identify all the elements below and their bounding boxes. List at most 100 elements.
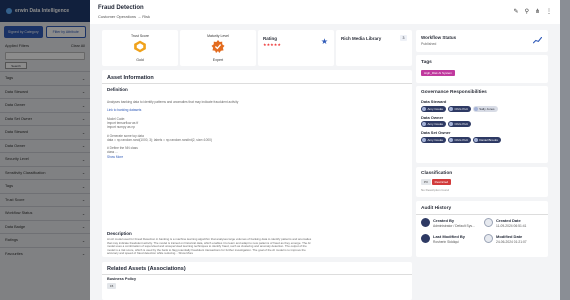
app: erwin Data Intelligence Signed by Catego… [0,0,570,300]
asset-detail-panel: Fraud Detection Customer Operations → Ri… [90,0,560,300]
user-name: Amy Cooke [427,122,444,126]
audit-history-title: Audit History [421,206,452,211]
filter-label: Workflow Status [5,211,33,216]
clear-all-link[interactable]: Clear All [71,44,85,48]
classification-card: Classification PII Restricted No Descript… [416,167,548,197]
user-name: Daniel Brooks [479,137,498,142]
description-text: An AI model used for Fraud Detection in … [107,237,409,256]
filter-label: Data Badge [5,224,26,229]
rating-card: Rating ★★★★★ ★ [258,30,334,66]
classification-pill[interactable]: PII [421,179,431,185]
user-chip[interactable]: Daniel Brooks [472,136,501,143]
user-chips: Amy Cooke Chris Putt Daniel Brooks [421,136,546,143]
filter-row[interactable]: Ratings ⌄ [0,233,90,247]
user-chip[interactable]: Amy Cooke [421,121,447,127]
maturity-level-card: Maturity Level Expert [180,30,256,66]
governance-title: Governance Responsibilities [421,90,487,95]
asset-information-card: Asset Information Definition Analyses ba… [102,70,412,257]
filter-label: Data Set Owner [5,116,33,121]
user-chip[interactable]: Amy Cooke [421,136,447,143]
pin-icon[interactable]: ⚲ [525,8,529,15]
definition-text: Analyses banking data to identify patter… [107,100,407,159]
tab-by-category[interactable]: Signed by Category [4,26,43,38]
avatar [449,106,454,111]
filter-label: Data Owner [5,143,26,148]
business-policy-count[interactable]: 15 [107,283,117,289]
chevron-down-icon: ⌄ [81,171,85,176]
chevron-down-icon: ⌄ [81,117,85,122]
filter-row[interactable]: Data Owner ⌄ [0,98,90,112]
filter-label: Favourites [5,251,23,256]
filter-row[interactable]: Data Steward ⌄ [0,125,90,139]
brand-name: erwin Data Intelligence [15,8,70,14]
filter-row[interactable]: Workflow Status ⌄ [0,206,90,220]
rich-media-count[interactable]: 3 [400,35,407,41]
user-chip[interactable]: Chris Putt [448,136,471,143]
star-icon[interactable]: ★ [321,37,328,46]
filter-row[interactable]: Tags ⌄ [0,179,90,193]
trust-score-label: Trust Score [131,34,149,38]
created-date: Created Date 11-09-2024 06:51:41 [484,218,526,228]
filter-label: Data Steward [5,89,29,94]
search-button[interactable]: Search [5,62,27,69]
rating-label: Rating [263,36,277,41]
filter-label: Tags [5,184,14,189]
filter-row[interactable]: Security Level ⌄ [0,152,90,166]
workflow-status-card: Workflow Status Published [416,30,548,52]
filter-label: Ratings [5,238,18,243]
filter-row[interactable]: Data Owner ⌄ [0,138,90,153]
avatar [422,137,426,142]
business-policy-label: Business Policy [107,277,137,281]
user-name: Amy Cooke [427,106,444,111]
filter-label: Sensitivity Classification [5,170,46,175]
clock-icon [484,218,493,227]
filter-row[interactable]: Favourites ⌄ [0,246,90,261]
filter-row[interactable]: Data Set Owner ⌄ [0,111,90,126]
user-chips: Amy Cooke Chris Putt Sally Jones [421,105,546,112]
more-icon[interactable]: ⋮ [546,8,552,15]
classification-pill[interactable]: Restricted [431,179,452,185]
chevron-down-icon: ⌄ [81,103,85,108]
user-chip[interactable]: Amy Cooke [421,105,447,112]
modified-date: Modified Date 24-06-2024 01:21:07 [484,234,527,244]
modified-by-label: Last Modified By [433,234,466,239]
filter-row[interactable]: Data Steward ⌄ [0,84,90,99]
governance-group: Data Steward Amy Cooke Chris Putt Sally Jon… [421,99,546,112]
avatar [473,137,478,142]
page-title: Fraud Detection [98,5,144,11]
filter-label: Trust Score [5,197,25,202]
filter-label: Security Level [5,157,29,162]
avatar [449,122,454,126]
panel-header: Fraud Detection Customer Operations → Ri… [90,0,560,24]
related-assets-card: Related Assets (Associations) Business P… [102,262,412,300]
user-chip[interactable]: Sally Jones [472,105,498,112]
filter-row[interactable]: Sensitivity Classification ⌄ [0,165,90,180]
share-icon[interactable]: ⋔ [535,8,540,15]
rich-media-label: Rich Media Library [341,36,382,41]
brand-bar: erwin Data Intelligence [0,0,90,22]
filter-label: Data Owner [5,103,26,108]
maturity-badge-icon [211,40,225,53]
chevron-down-icon: ⌄ [81,76,85,81]
edit-icon[interactable]: ✎ [514,8,519,15]
governance-role-label: Data Steward [421,99,447,104]
filter-search-input[interactable] [5,52,85,60]
user-chip[interactable]: Chris Putt [448,121,471,127]
trust-score-card: Trust Score Gold [102,30,178,66]
tags-card: Tags High_Risk AI System [416,55,548,83]
divider [416,214,548,215]
filter-row[interactable]: Data Badge ⌄ [0,219,90,234]
chevron-down-icon: ⌄ [81,184,85,189]
chevron-down-icon: ⌄ [81,252,85,257]
filter-row[interactable]: Trust Score ⌄ [0,192,90,207]
tab-by-attribute[interactable]: Filter by Attribute [45,26,86,38]
governance-role-label: Data Owner [421,114,444,120]
user-name: Chris Putt [454,122,468,126]
chevron-down-icon: ⌄ [81,90,85,95]
tag-pill[interactable]: High_Risk AI System [421,70,456,76]
classification-title: Classification [421,171,453,176]
user-chip[interactable]: Chris Putt [448,105,471,112]
governance-group: Data Owner Amy Cooke Chris Putt [421,114,546,127]
filter-row[interactable]: Tags ⌄ [0,71,90,85]
logo-icon [6,8,12,14]
